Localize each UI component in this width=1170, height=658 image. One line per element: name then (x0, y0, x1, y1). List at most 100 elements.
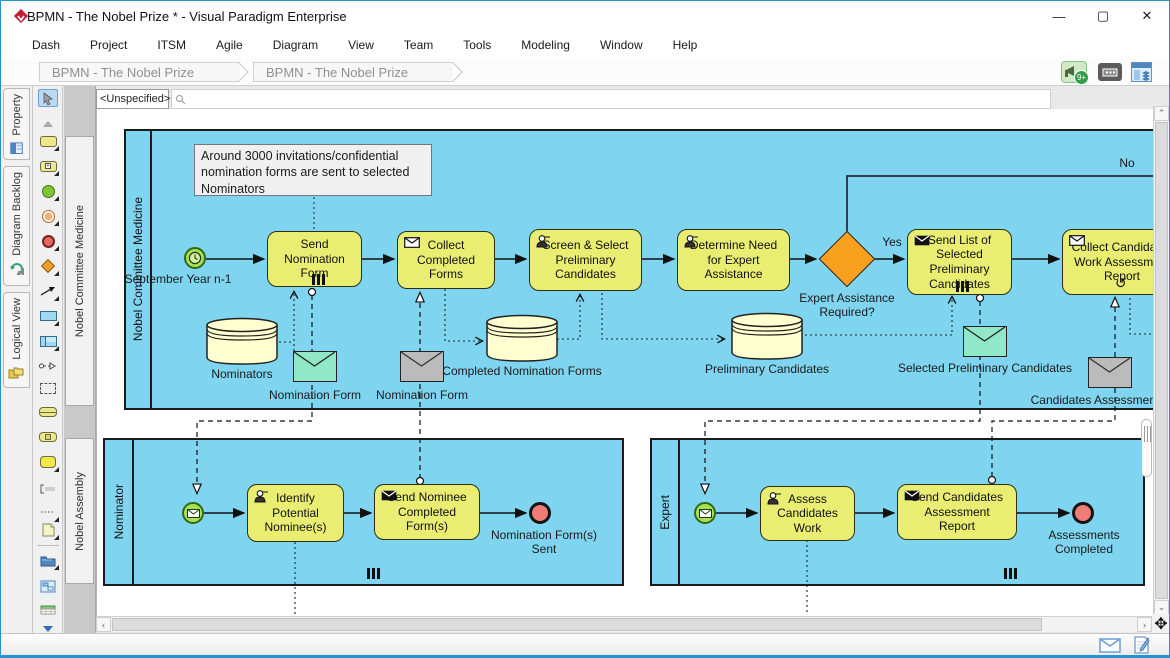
diagram-canvas[interactable]: Nobel Committee Medicine Nominator Exper… (96, 109, 1153, 616)
search-input[interactable] (171, 89, 1051, 109)
announcement-icon[interactable]: 9+ (1061, 61, 1087, 83)
tab-diagram-backlog[interactable]: Diagram Backlog (3, 166, 30, 286)
message-label: Candidates Assessment (1005, 393, 1153, 407)
tool-gateway[interactable] (38, 257, 58, 275)
menu-modeling[interactable]: Modeling (506, 34, 585, 56)
menu-project[interactable]: Project (75, 34, 142, 56)
data-store-completed-nomination-forms[interactable] (484, 312, 560, 369)
task-collect-completed-forms[interactable]: Collect Completed Forms (397, 231, 495, 289)
scroll-right-button[interactable]: › (1137, 617, 1152, 632)
tool-group[interactable] (38, 379, 58, 397)
data-store-preliminary-candidates[interactable] (729, 310, 805, 367)
task-collect-candidates-work-assessment-report[interactable]: Collect Candidates Work Assessment Repor… (1062, 229, 1153, 295)
tool-note[interactable] (38, 521, 58, 539)
message-candidates-assessment[interactable] (1088, 357, 1132, 388)
pinned-pool-header-strip: Nobel Committee Medicine Nobel Assembly (64, 86, 96, 633)
menu-itsm[interactable]: ITSM (142, 34, 201, 56)
diagram-toolbox: + (33, 86, 63, 633)
search-icon (175, 94, 186, 105)
vertical-scroll-thumb[interactable] (1155, 122, 1168, 599)
title-bar: BPMN - The Nobel Prize * - Visual Paradi… (1, 1, 1169, 31)
tool-model-folder[interactable] (38, 551, 58, 569)
annotation-note[interactable]: Around 3000 invitations/confidential nom… (194, 144, 432, 196)
menu-tools[interactable]: Tools (448, 34, 506, 56)
tool-sub-process[interactable]: + (38, 157, 58, 175)
vertical-scrollbar[interactable]: ⌃ ⌄ (1153, 106, 1169, 616)
loop-marker: ↺ (1115, 276, 1127, 290)
shape-selector-dropdown[interactable]: <Unspecified> (96, 89, 169, 109)
tool-association[interactable] (38, 357, 58, 375)
task-send-list-selected-preliminary-candidates[interactable]: Send List of Selected Preliminary Candid… (907, 229, 1012, 295)
tool-collapsed-pool[interactable] (38, 403, 58, 421)
menu-window[interactable]: Window (585, 34, 658, 56)
status-bar (1, 633, 1169, 656)
tool-expanded-task[interactable] (38, 453, 58, 471)
message-selected-preliminary-candidates[interactable] (963, 326, 1007, 357)
task-assess-candidates-work[interactable]: Assess Candidates Work (760, 486, 855, 541)
notification-badge: 9+ (1074, 70, 1089, 85)
user-task-icon (254, 490, 270, 503)
tab-logical-view[interactable]: Logical View (3, 292, 30, 388)
scroll-left-button[interactable]: ‹ (96, 617, 111, 632)
pinned-pool-header[interactable]: Nobel Assembly (65, 438, 94, 584)
menu-agile[interactable]: Agile (201, 34, 258, 56)
message-start-event[interactable] (694, 502, 716, 524)
tool-end-event[interactable] (38, 232, 58, 250)
tool-sequence-flow[interactable] (38, 282, 58, 300)
edit-log-icon[interactable] (1133, 636, 1151, 654)
horizontal-scroll-thumb[interactable] (112, 618, 1042, 631)
application-window: BPMN - The Nobel Prize * - Visual Paradi… (0, 0, 1170, 658)
breadcrumb-item[interactable]: BPMN - The Nobel Prize (253, 62, 453, 82)
maximize-button[interactable]: ▢ (1081, 1, 1125, 31)
task-send-nominee-completed-forms[interactable]: Send Nominee Completed Form(s) (374, 484, 480, 540)
menu-view[interactable]: View (333, 34, 389, 56)
tool-lane[interactable] (38, 332, 58, 350)
close-button[interactable]: ✕ (1125, 1, 1169, 31)
flow-label-yes: Yes (877, 235, 907, 249)
tab-property[interactable]: Property (3, 88, 30, 160)
tool-scroll-up-icon[interactable] (38, 115, 58, 133)
tool-start-event[interactable] (38, 182, 58, 200)
data-store-label: Completed Nomination Forms (432, 364, 612, 378)
pinned-pool-header[interactable]: Nobel Committee Medicine (65, 136, 94, 406)
tool-collapsed-pool-plus[interactable] (38, 428, 58, 446)
task-send-candidates-assessment-report[interactable]: Send Candidates Assessment Report (897, 484, 1017, 540)
message-nomination-form[interactable] (293, 351, 337, 382)
pan-tool-icon[interactable]: ✥ (1152, 614, 1170, 633)
menu-diagram[interactable]: Diagram (258, 34, 333, 56)
tab-diagram-backlog-label: Diagram Backlog (11, 172, 23, 256)
task-send-nomination-form[interactable]: Send Nomination Form (267, 231, 362, 287)
message-icon (187, 509, 200, 518)
breadcrumb-item[interactable]: BPMN - The Nobel Prize (39, 62, 239, 82)
task-determine-need-expert-assistance[interactable]: Determine Need for Expert Assistance (677, 229, 790, 291)
menu-team[interactable]: Team (389, 34, 448, 56)
tool-cursor[interactable] (38, 89, 58, 107)
menu-dash[interactable]: Dash (17, 34, 75, 56)
message-pane-icon[interactable] (1099, 638, 1121, 653)
panel-layers-icon[interactable] (1131, 62, 1152, 82)
tool-diagram-overview[interactable] (38, 577, 58, 595)
tool-dotted-flow[interactable] (38, 503, 58, 521)
tool-text-annotation[interactable] (38, 480, 58, 498)
end-event-assessments-completed[interactable] (1072, 502, 1094, 524)
minimize-button[interactable]: — (1037, 1, 1081, 31)
tool-grid[interactable] (38, 601, 58, 619)
menu-bar: Dash Project ITSM Agile Diagram View Tea… (1, 31, 1169, 58)
tool-intermediate-event[interactable] (38, 207, 58, 225)
message-nomination-form-returned[interactable] (400, 351, 444, 382)
panel-grip[interactable] (1141, 419, 1152, 477)
fit-selection-icon[interactable] (1098, 63, 1122, 81)
horizontal-scrollbar[interactable]: ‹ › (96, 616, 1153, 632)
multi-instance-marker (956, 281, 969, 292)
data-store-nominators[interactable] (204, 315, 280, 372)
tool-task[interactable] (38, 132, 58, 150)
scroll-up-button[interactable]: ⌃ (1154, 106, 1169, 121)
tool-pool[interactable] (38, 307, 58, 325)
send-message-icon (904, 490, 920, 501)
task-identify-potential-nominees[interactable]: Identify Potential Nominee(s) (247, 484, 344, 542)
end-event-nomination-forms-sent[interactable] (529, 502, 551, 524)
message-start-event[interactable] (182, 502, 204, 524)
task-screen-select-preliminary-candidates[interactable]: Screen & Select Preliminary Candidates (529, 229, 642, 291)
timer-start-event[interactable] (184, 247, 206, 269)
menu-help[interactable]: Help (658, 34, 713, 56)
